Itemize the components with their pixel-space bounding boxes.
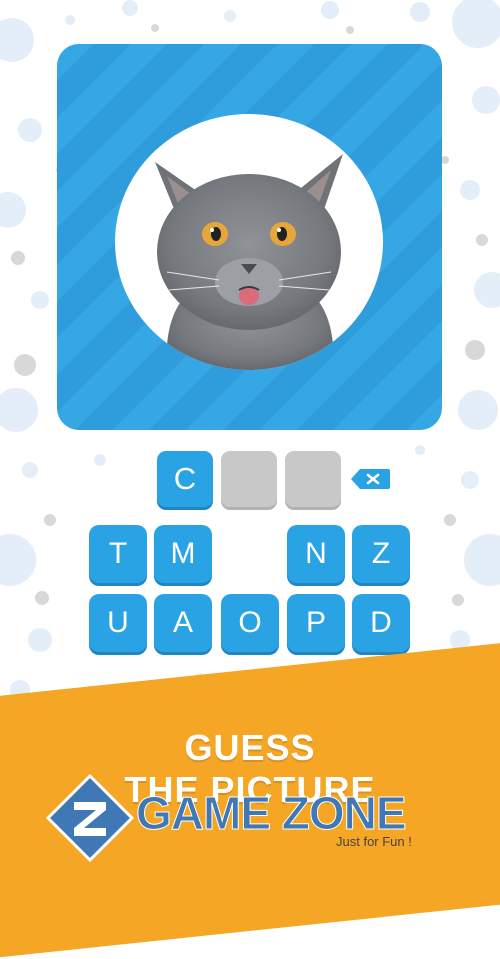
watermark: GAME ZONE Just for Fun ! — [44, 768, 464, 862]
letter-key[interactable]: D — [352, 594, 410, 652]
letter-key[interactable]: P — [287, 594, 345, 652]
letter-key[interactable]: T — [89, 525, 147, 583]
letter-keyboard: T M N Z U A O P D — [0, 525, 500, 655]
answer-row: C — [0, 451, 500, 507]
letter-key[interactable]: A — [154, 594, 212, 652]
picture-card — [57, 44, 442, 430]
banner-line-1: GUESS — [184, 727, 316, 768]
watermark-name: GAME ZONE — [136, 787, 408, 840]
answer-slot-3[interactable] — [285, 451, 341, 507]
letter-key[interactable]: Z — [352, 525, 410, 583]
picture-frame — [115, 114, 383, 370]
game-zone-logo-icon — [45, 773, 135, 862]
letter-key[interactable]: O — [221, 594, 279, 652]
letter-key[interactable]: U — [89, 594, 147, 652]
watermark-tagline: Just for Fun ! — [336, 834, 412, 849]
backspace-x-icon[interactable] — [350, 468, 390, 490]
letter-key[interactable]: N — [287, 525, 345, 583]
cat-picture — [155, 154, 343, 370]
letter-key[interactable]: M — [154, 525, 212, 583]
answer-slot-1[interactable]: C — [157, 451, 213, 507]
answer-slot-2[interactable] — [221, 451, 277, 507]
